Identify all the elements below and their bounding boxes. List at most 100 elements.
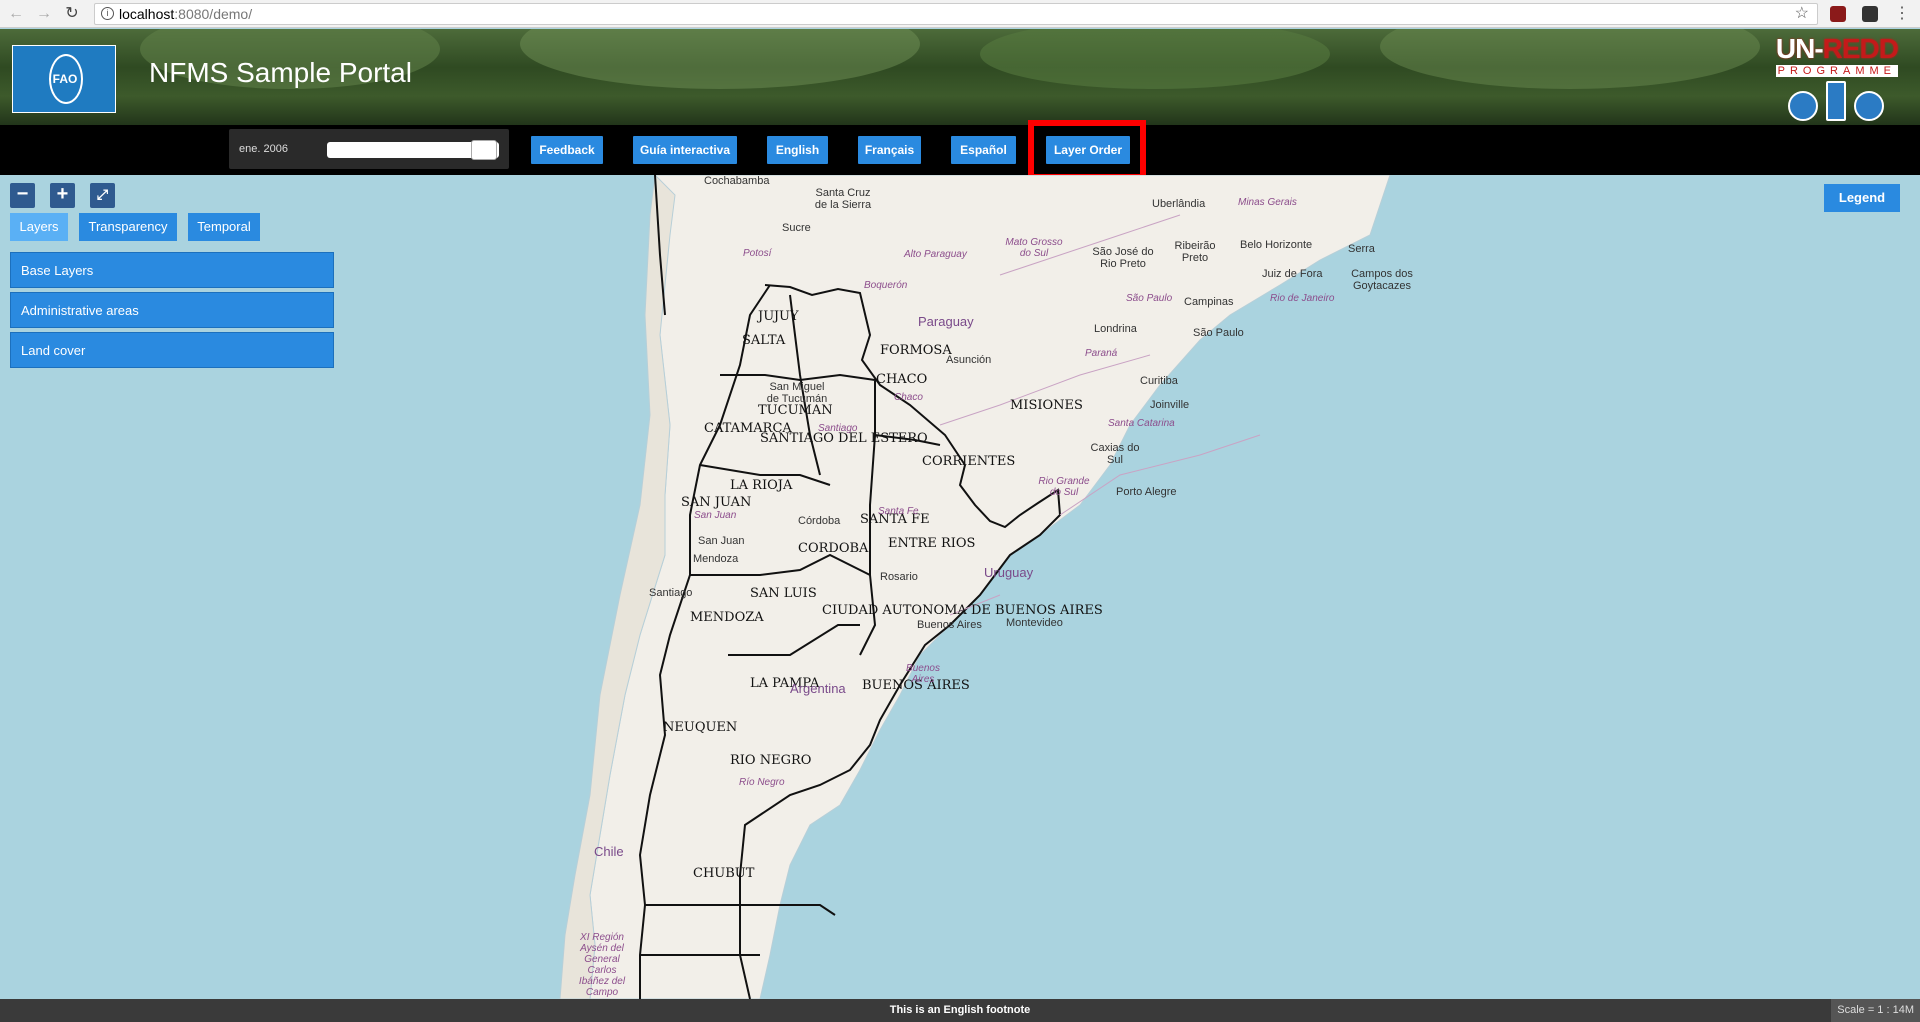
city-label: Londrina [1094,323,1137,335]
time-slider: ene. 2006 [229,129,509,169]
province-label: JUJUY [758,309,799,324]
city-label: Mendoza [693,553,739,565]
city-label: Curitiba [1140,375,1178,387]
fullscreen-button[interactable]: ⤢ [90,183,115,208]
main-toolbar: ene. 2006 Feedback Guía interactiva Engl… [0,125,1920,175]
tab-transparency[interactable]: Transparency [79,213,177,241]
province-label: NEUQUEN [663,720,738,735]
country-label: Uruguay [984,565,1034,580]
city-label: San Juan [698,535,745,547]
region-label: Santa Catarina [1108,418,1175,429]
browser-toolbar: ← → ↻ i localhost:8080/demo/ ☆ ⋮ [0,0,1920,28]
time-slider-handle[interactable] [471,140,497,160]
feedback-button[interactable]: Feedback [531,136,603,164]
unredd-redd-text: REDD [1822,33,1899,64]
layer-group-administrative-areas[interactable]: Administrative areas [10,292,334,328]
region-label: XI Región Aysén del General Carlos Ibáñe… [578,932,626,998]
province-label: MENDOZA [690,610,764,625]
interactive-guide-button[interactable]: Guía interactiva [633,136,737,164]
back-icon[interactable]: ← [6,4,26,24]
city-label: Santa Cruz de la Sierra [814,187,872,211]
city-label: Serra [1348,243,1375,255]
province-label: FORMOSA [880,343,952,358]
zoom-out-button[interactable]: − [10,183,35,208]
layer-group-base-layers[interactable]: Base Layers [10,252,334,288]
english-button[interactable]: English [767,136,828,164]
bookmark-star-icon[interactable]: ☆ [1795,4,1809,24]
province-label: CHUBUT [693,866,755,881]
espanol-button[interactable]: Español [951,136,1016,164]
unep-partner-icon [1854,91,1884,121]
city-label: Cochabamba [704,175,770,187]
unredd-logo: UN-REDD PROGRAMME [1775,33,1899,77]
undp-partner-icon [1826,81,1846,121]
url-path: :8080/demo/ [174,6,253,22]
city-label: São José do Rio Preto [1092,246,1154,270]
francais-button[interactable]: Français [858,136,921,164]
region-label: Mato Grosso do Sul [1005,237,1063,259]
province-label: SALTA [742,333,786,348]
city-label: Sucre [782,222,811,234]
country-label: Chile [594,844,624,859]
province-label: TUCUMAN [758,403,833,418]
partner-logos [1780,81,1884,125]
city-label: Campos dos Goytacazes [1351,268,1413,292]
region-label: Alto Paraguay [904,249,967,260]
portal-title: NFMS Sample Portal [149,57,412,88]
address-bar[interactable]: i localhost:8080/demo/ ☆ [94,3,1818,25]
region-label: São Paulo [1126,293,1173,304]
city-label: Ribeirão Preto [1174,240,1216,264]
ublock-extension-icon[interactable] [1830,6,1846,22]
reload-icon[interactable]: ↻ [62,4,82,24]
country-label: Argentina [790,681,846,696]
city-label: Campinas [1184,296,1234,308]
province-label: ENTRE RIOS [888,536,976,551]
city-label: San Miguel de Tucumán [766,381,828,405]
city-label: Juiz de Fora [1262,268,1323,280]
time-slider-track[interactable] [327,140,499,160]
unredd-programme-text: PROGRAMME [1775,65,1898,77]
city-label: Santiago [649,587,693,599]
region-label: Minas Gerais [1238,197,1297,208]
city-label: Joinville [1150,399,1190,411]
province-label: RIO NEGRO [730,753,812,768]
fao-logo-text: FAO [52,72,78,86]
region-label: Buenos Aires [906,663,940,685]
layer-group-land-cover[interactable]: Land cover [10,332,334,368]
province-label: LA RIOJA [730,478,793,493]
tab-layers[interactable]: Layers [10,213,68,241]
forward-icon[interactable]: → [34,4,54,24]
legend-button[interactable]: Legend [1824,184,1900,212]
region-label: Santa Fe [878,506,919,517]
province-label: CIUDAD AUTONOMA DE BUENOS AIRES [822,603,1103,618]
region-label: Potosí [743,248,772,259]
city-label: Asunción [946,354,992,366]
province-label: CHACO [876,372,928,387]
region-label: Boquerón [864,280,908,291]
city-label: São Paulo [1193,327,1244,339]
province-label: SAN JUAN [681,495,752,510]
region-label: San Juan [694,510,737,521]
region-label: Paraná [1085,348,1118,359]
url-host: localhost [119,6,175,22]
scale-readout: Scale = 1 : 14M [1831,999,1920,1022]
country-label: Paraguay [918,314,974,329]
city-label: Montevideo [1006,617,1063,629]
info-icon[interactable]: i [101,7,114,20]
city-label: Belo Horizonte [1240,239,1313,251]
unredd-un-text: UN- [1775,33,1824,64]
city-label: Rosario [880,571,918,583]
city-label: Buenos Aires [917,619,982,631]
region-label: Rio Grande do Sul [1038,476,1090,498]
tab-temporal[interactable]: Temporal [188,213,260,241]
province-label: CORRIENTES [922,454,1016,469]
menu-icon[interactable]: ⋮ [1892,4,1912,24]
footer: This is an English footnote Scale = 1 : … [0,999,1920,1022]
city-label: Porto Alegre [1116,486,1177,498]
city-label: Córdoba [798,515,841,527]
region-label: Río Negro [739,777,785,788]
fao-logo: FAO [12,45,116,113]
zoom-in-button[interactable]: + [50,183,75,208]
region-label: Chaco [894,392,923,403]
extension-icon[interactable] [1862,6,1878,22]
